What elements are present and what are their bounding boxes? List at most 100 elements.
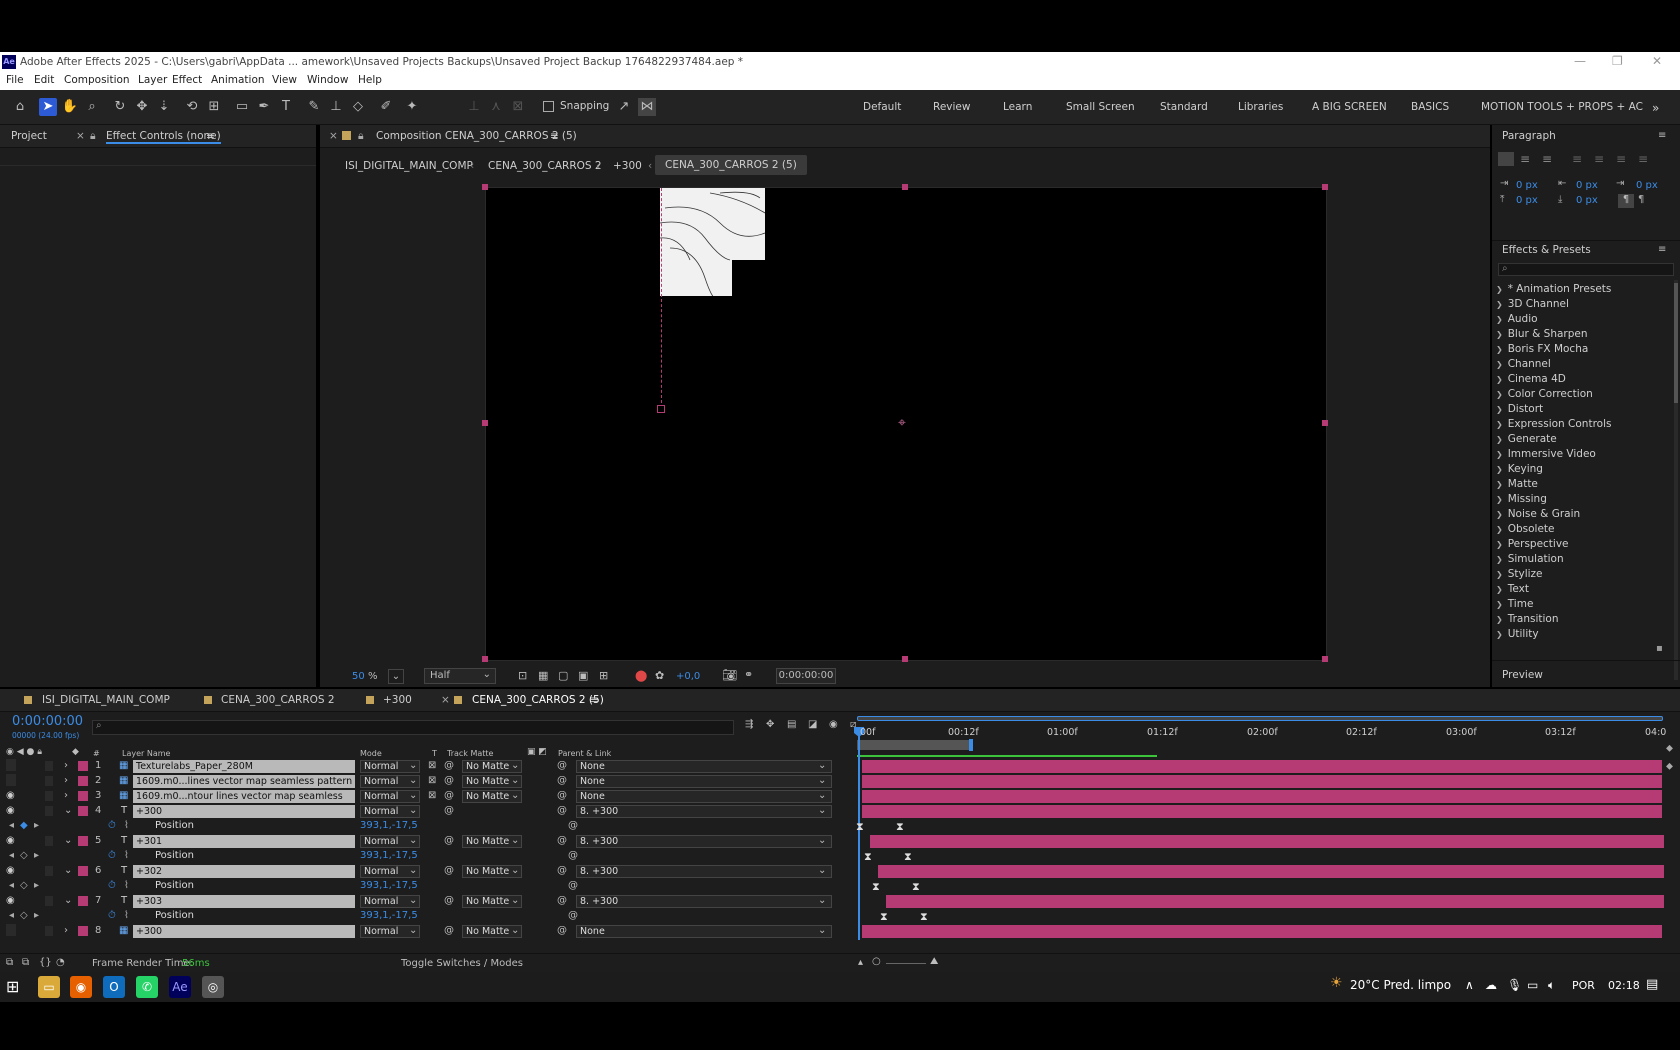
lock-icon[interactable]: 🔒︎ <box>358 130 364 143</box>
matte-pickwhip-icon[interactable]: @ <box>444 760 454 771</box>
eye-icon[interactable]: ◉ <box>6 805 15 816</box>
prev-keyframe-icon[interactable]: ◂ <box>9 910 14 921</box>
workspace-a-big-screen[interactable]: A BIG SCREEN <box>1312 101 1387 113</box>
keyframe-icon[interactable]: ⧗ <box>896 820 904 834</box>
menu-effect[interactable]: Effect <box>172 74 202 86</box>
property-value[interactable]: 393,1,-17,5 <box>360 910 418 921</box>
lock-toggle[interactable] <box>45 761 53 771</box>
eye-icon[interactable]: ◉ <box>6 790 15 801</box>
next-keyframe-icon[interactable]: ▸ <box>34 880 39 891</box>
indent-first-value[interactable]: 0 px <box>1636 180 1658 191</box>
effect-category-audio[interactable]: Audio <box>1496 313 1538 325</box>
eye-icon[interactable]: ◉ <box>6 895 15 906</box>
lock-toggle[interactable] <box>45 791 53 801</box>
effect-category-immersive-video[interactable]: Immersive Video <box>1496 448 1596 460</box>
zoom-tool-icon[interactable]: ⌕ <box>83 98 101 116</box>
add-keyframe-icon[interactable]: ◆ <box>20 820 28 831</box>
lock-toggle[interactable] <box>45 866 53 876</box>
lock-toggle[interactable] <box>45 776 53 786</box>
work-area-bar[interactable] <box>857 740 972 750</box>
effects-search-input[interactable] <box>1498 263 1674 276</box>
close-icon[interactable]: ✕ <box>1652 54 1662 68</box>
exposure-value[interactable]: +0,0 <box>676 671 700 682</box>
layer-name[interactable]: 1609.m0...lines vector map seamless patt… <box>133 775 355 788</box>
effect-category-matte[interactable]: Matte <box>1496 478 1538 490</box>
label-color-swatch[interactable] <box>78 926 88 936</box>
current-time-field[interactable]: 0:00:00:00 <box>776 668 836 684</box>
property-row-position[interactable]: ◂ ◇ ▸ ⏱︎ ⌇ Position 393,1,-17,5 @ ⧗ ⧗ <box>0 849 912 864</box>
parent-pickwhip-icon[interactable]: @ <box>557 925 567 936</box>
align-icon-3[interactable]: ⊠ <box>509 98 527 116</box>
parent-select[interactable]: 8. +300 <box>576 835 832 848</box>
effect-category-stylize[interactable]: Stylize <box>1496 568 1543 580</box>
collapse-chevron-icon[interactable]: ⌄ <box>64 865 72 876</box>
workspace-learn[interactable]: Learn <box>1003 101 1032 113</box>
parent-select[interactable]: None <box>576 775 832 788</box>
parent-select[interactable]: None <box>576 790 832 803</box>
effect-category-animation-presets[interactable]: * Animation Presets <box>1496 283 1612 295</box>
layer-duration-bar[interactable] <box>870 835 1664 848</box>
zoom-slider-track[interactable] <box>886 963 926 964</box>
label-color-swatch[interactable] <box>78 791 88 801</box>
fast-preview-icon[interactable]: ⊡ <box>518 669 527 682</box>
next-keyframe-icon[interactable]: ▸ <box>34 850 39 861</box>
matte-switch-icon[interactable]: ⊠ <box>428 760 436 771</box>
panel-menu-icon[interactable]: ≡ <box>206 130 215 142</box>
language-indicator[interactable]: POR <box>1572 979 1595 992</box>
outlook-icon[interactable]: O <box>103 976 125 998</box>
prev-keyframe-icon[interactable]: ◂ <box>9 820 14 831</box>
parent-select[interactable]: None <box>576 925 832 938</box>
after-effects-taskbar-icon[interactable]: Ae <box>169 976 191 998</box>
label-color-swatch[interactable] <box>78 896 88 906</box>
parent-select[interactable]: 8. +300 <box>576 805 832 818</box>
breadcrumb-isi-digital[interactable]: ISI_DIGITAL_MAIN_COMP <box>345 160 473 172</box>
layer-name[interactable]: +300 <box>133 805 355 818</box>
rtl-direction-icon[interactable]: ¶ <box>1638 194 1644 205</box>
graph-icon[interactable]: ⌇ <box>124 910 129 921</box>
expand-chevron-icon[interactable]: › <box>64 925 68 936</box>
parent-select[interactable]: 8. +300 <box>576 865 832 878</box>
workspace-overflow-icon[interactable]: » <box>1652 101 1659 115</box>
parent-select[interactable]: None <box>576 760 832 773</box>
selection-tool-icon[interactable]: ➤ <box>39 98 57 116</box>
pan-behind-tool-icon[interactable]: ⊞ <box>205 98 223 116</box>
effect-category-keying[interactable]: Keying <box>1496 463 1543 475</box>
navigator-range[interactable] <box>857 716 1663 721</box>
label-color-swatch[interactable] <box>78 836 88 846</box>
collapse-chevron-icon[interactable]: ⌄ <box>64 805 72 816</box>
layer-duration-bar[interactable] <box>862 775 1662 788</box>
effect-category-obsolete[interactable]: Obsolete <box>1496 523 1555 535</box>
zoom-value[interactable]: 50 <box>352 671 365 682</box>
label-color-swatch[interactable] <box>78 761 88 771</box>
panel-menu-icon[interactable]: ≡ <box>1658 130 1666 141</box>
expression-pickwhip-icon[interactable]: @ <box>568 880 578 891</box>
graph-icon[interactable]: ⌇ <box>124 850 129 861</box>
align-icon[interactable]: ⊥ <box>465 98 483 116</box>
corner-handle[interactable] <box>1322 184 1328 190</box>
effect-category-noise-grain[interactable]: Noise & Grain <box>1496 508 1580 520</box>
add-keyframe-icon[interactable]: ◇ <box>20 880 28 891</box>
menu-edit[interactable]: Edit <box>34 74 54 86</box>
ltr-direction-icon[interactable]: ¶ <box>1618 194 1634 208</box>
clone-stamp-tool-icon[interactable]: ⊥ <box>327 98 345 116</box>
visibility-icon[interactable] <box>6 774 16 786</box>
layer-duration-bar[interactable] <box>878 865 1664 878</box>
eye-icon[interactable]: ◉ <box>6 865 15 876</box>
lock-toggle[interactable] <box>45 926 53 936</box>
align-center-icon[interactable]: ≡ <box>1520 152 1530 166</box>
layer-duration-bar[interactable] <box>886 895 1664 908</box>
zoom-slider-knob[interactable]: ○ <box>872 956 881 967</box>
eye-icon[interactable]: ◉ <box>6 835 15 846</box>
effect-category-channel[interactable]: Channel <box>1496 358 1551 370</box>
effect-category-transition[interactable]: Transition <box>1496 613 1559 625</box>
visibility-icon[interactable] <box>6 924 16 936</box>
comp-marker-bin-icon[interactable]: ⬥ <box>1666 743 1673 754</box>
panel-menu-icon[interactable]: ≡ <box>1658 244 1666 255</box>
effect-category-simulation[interactable]: Simulation <box>1496 553 1564 565</box>
lock-icon[interactable]: 🔒︎ <box>90 130 96 143</box>
tab-project[interactable]: Project <box>11 130 47 142</box>
clock[interactable]: 02:18 <box>1608 979 1640 992</box>
hand-tool-icon[interactable]: ✋ <box>61 98 79 116</box>
property-row-position[interactable]: ◂ ◇ ▸ ⏱︎ ⌇ Position 393,1,-17,5 @ ⧗ ⧗ <box>0 909 928 924</box>
parent-pickwhip-icon[interactable]: @ <box>557 790 567 801</box>
